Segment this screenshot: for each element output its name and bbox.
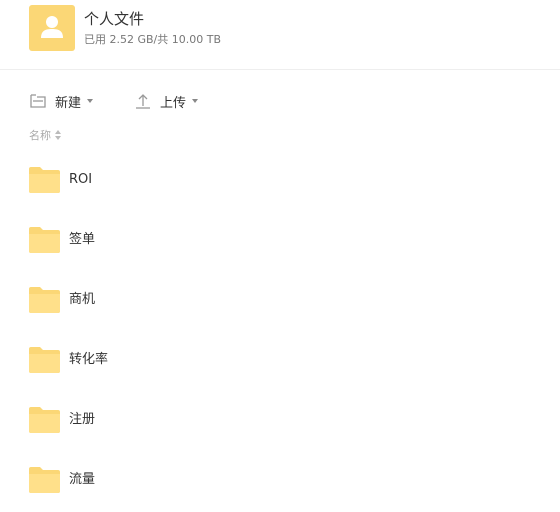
file-name: 流量 [69, 472, 96, 487]
list-item[interactable]: 转化率 [0, 330, 560, 390]
file-manager-page: 个人文件 已用 2.52 GB/共 10.00 TB 新建 上传 名称 ROI … [0, 0, 560, 512]
chevron-down-icon [192, 99, 199, 103]
user-icon [41, 16, 63, 38]
space-header: 个人文件 已用 2.52 GB/共 10.00 TB [0, 0, 560, 70]
file-name: 注册 [69, 412, 96, 427]
folder-icon [29, 287, 60, 313]
list-item[interactable]: 签单 [0, 210, 560, 270]
space-title: 个人文件 [84, 10, 145, 28]
list-item[interactable]: ROI [0, 150, 560, 210]
list-item[interactable]: 注册 [0, 390, 560, 450]
folder-icon [29, 467, 60, 493]
storage-usage: 已用 2.52 GB/共 10.00 TB [84, 33, 222, 46]
file-name: 转化率 [69, 352, 109, 367]
file-name: 商机 [69, 292, 96, 307]
upload-icon [136, 94, 150, 109]
file-name: 签单 [69, 232, 96, 247]
list-item[interactable]: 流量 [0, 450, 560, 510]
name-column-header[interactable]: 名称 [29, 126, 62, 144]
folder-icon [29, 347, 60, 373]
upload-button[interactable]: 上传 [134, 90, 199, 112]
space-avatar [29, 5, 75, 51]
list-item[interactable]: 商机 [0, 270, 560, 330]
file-name: ROI [69, 172, 93, 187]
sort-icon [55, 130, 62, 140]
chevron-down-icon [87, 99, 94, 103]
upload-button-label: 上传 [160, 95, 187, 111]
new-button[interactable]: 新建 [29, 90, 94, 112]
column-name-label: 名称 [29, 129, 51, 142]
folder-icon [29, 407, 60, 433]
folder-icon [29, 227, 60, 253]
folder-icon [29, 167, 60, 193]
new-button-label: 新建 [55, 95, 82, 111]
new-folder-icon [30, 94, 46, 108]
file-list: ROI 签单 商机 转化率 注册 流量 [0, 150, 560, 510]
